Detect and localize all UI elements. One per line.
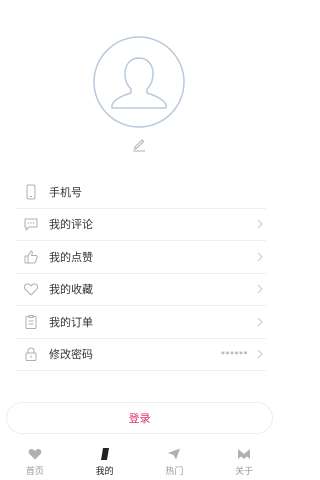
menu-item-label: 我的评论	[49, 218, 93, 232]
menu-item-label: 我的点赞	[49, 250, 93, 264]
avatar[interactable]	[93, 36, 185, 128]
menu-item-my-likes[interactable]: 我的点赞	[16, 241, 266, 274]
tab-label: 我的	[95, 467, 114, 477]
login-button[interactable]: 登录	[6, 402, 273, 434]
password-mask: ******	[221, 349, 248, 359]
send-icon	[168, 448, 181, 460]
menu-item-label: 手机号	[49, 185, 82, 199]
lock-icon	[25, 347, 37, 362]
menu-item-label: 修改密码	[49, 348, 93, 362]
heart-icon	[28, 448, 42, 460]
tab-hot[interactable]: 热门	[140, 440, 210, 480]
pencil-icon[interactable]	[131, 136, 147, 152]
profile-menu: 手机号 我的评论 我的点赞 我的收藏 我的订单 修改密码 ******	[16, 176, 266, 371]
menu-item-phone[interactable]: 手机号	[16, 176, 266, 209]
bottom-tab-bar: 首页 我的 热门 关于	[0, 440, 279, 480]
menu-item-my-favorites[interactable]: 我的收藏	[16, 274, 266, 306]
chevron-right-icon	[257, 317, 263, 327]
tab-mine[interactable]: 我的	[70, 440, 140, 480]
menu-item-my-orders[interactable]: 我的订单	[16, 306, 266, 339]
tab-about[interactable]: 关于	[209, 440, 279, 480]
comment-icon	[24, 218, 38, 231]
profile-header	[0, 0, 279, 160]
chevron-right-icon	[257, 219, 263, 229]
chevron-right-icon	[257, 252, 263, 262]
menu-item-my-comments[interactable]: 我的评论	[16, 209, 266, 241]
tab-label: 关于	[235, 467, 254, 477]
tab-label: 热门	[165, 467, 184, 477]
clipboard-icon	[25, 314, 37, 329]
login-button-label: 登录	[128, 412, 151, 425]
chevron-right-icon	[257, 284, 263, 294]
m-logo-icon	[238, 449, 251, 459]
heart-icon	[23, 283, 39, 296]
tab-label: 首页	[25, 467, 44, 477]
menu-item-change-password[interactable]: 修改密码 ******	[16, 339, 266, 371]
tab-home[interactable]: 首页	[0, 440, 70, 480]
menu-item-label: 我的订单	[49, 315, 93, 329]
phone-icon	[26, 184, 36, 200]
thumbs-up-icon	[24, 250, 38, 264]
chevron-right-icon	[257, 349, 263, 359]
slash-icon	[100, 448, 109, 460]
menu-item-label: 我的收藏	[49, 283, 93, 297]
